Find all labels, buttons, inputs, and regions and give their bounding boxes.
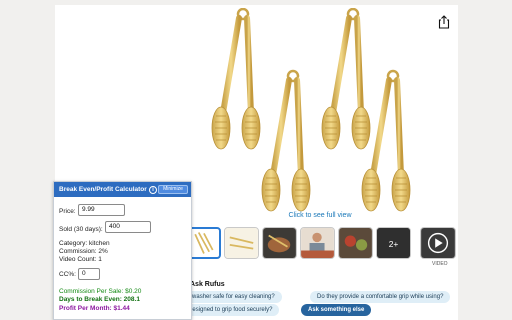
commission-per-sale: Commission Per Sale: $0.20 [59,288,142,295]
category-text: Category: kitchen [59,240,110,247]
info-icon[interactable]: i [149,185,157,194]
click-to-see-full-view-link[interactable]: Click to see full view [270,212,370,219]
days-to-break-even: Days to Break Even: 208.1 [59,296,140,303]
more-images-count: 2+ [389,239,399,249]
price-label: Price: [59,208,76,215]
thumbnail-strip: 2+ VIDEO [180,227,460,267]
minimize-button[interactable]: Minimize [158,185,188,194]
screen: Click to see full view 2+ VIDEO Ask Rufu… [0,0,512,320]
ask-something-else-button[interactable]: Ask something else [301,304,372,316]
thumbnail-2[interactable] [224,227,259,259]
share-icon[interactable] [438,15,450,29]
ask-rufus-heading: Ask Rufus [190,281,225,288]
video-thumbnail[interactable] [420,227,456,259]
break-even-calculator-panel: Break Even/Profit Calculator i Minimize … [53,181,192,320]
thumbnail-5[interactable] [338,227,373,259]
commission-text: Commission: 2% [59,248,108,255]
video-label: VIDEO [432,261,448,267]
calculator-title: Break Even/Profit Calculator [59,186,147,193]
video-count-text: Video Count: 1 [59,256,102,263]
cc-input[interactable]: 0 [78,268,100,280]
price-input[interactable]: 9.99 [78,204,125,216]
main-product-image[interactable] [205,8,435,213]
thumbnail-6[interactable]: 2+ [376,227,411,259]
calculator-header: Break Even/Profit Calculator i Minimize [54,182,191,197]
rufus-question-grip[interactable]: Do they provide a comfortable grip while… [310,291,451,303]
sold-input[interactable]: 400 [105,221,151,233]
sold-label: Sold (30 days): [59,226,103,233]
thumbnail-3[interactable] [262,227,297,259]
thumbnail-4[interactable] [300,227,335,259]
profit-per-month: Profit Per Month: $1.44 [59,305,130,312]
cc-label: CC%: [59,271,76,278]
